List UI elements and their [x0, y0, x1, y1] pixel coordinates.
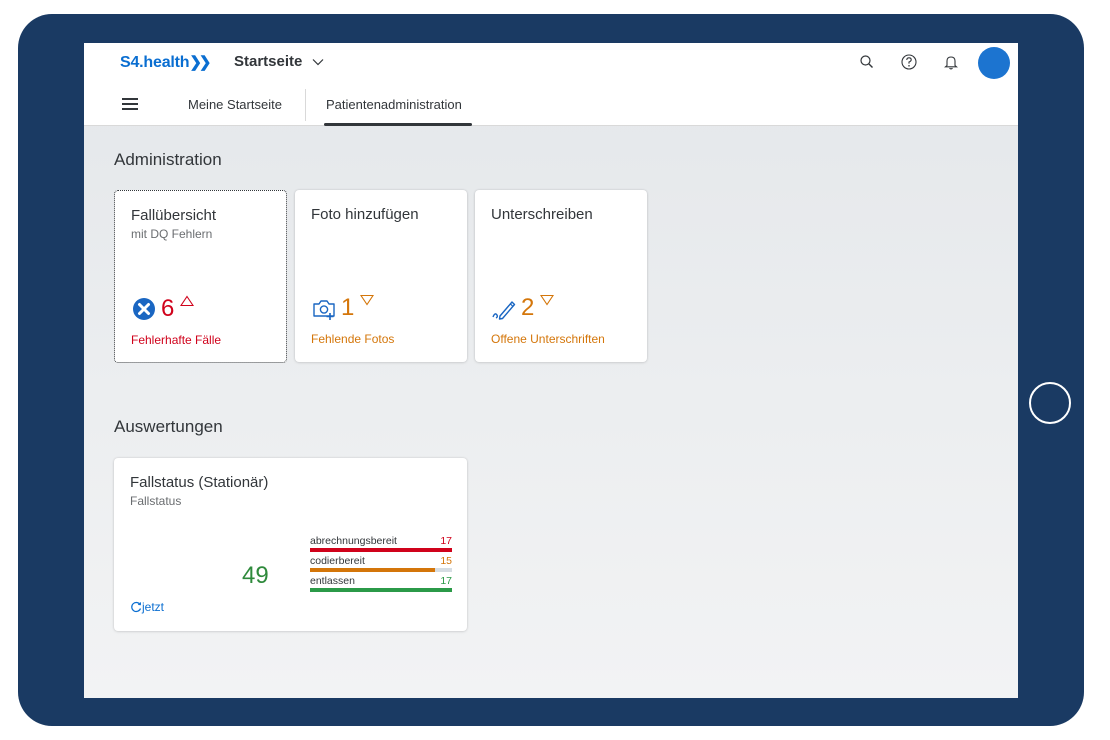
kpi-value: 6 [161, 295, 175, 322]
bar-track [310, 588, 452, 592]
tile-title: Fallstatus (Stationär) [130, 474, 269, 491]
bar-fill [310, 568, 436, 572]
add-photo-icon [313, 300, 335, 320]
bar-row: entlassen 17 [310, 574, 452, 594]
chevron-down-icon[interactable] [312, 56, 324, 68]
refresh-icon [131, 601, 142, 613]
bar-label: abrechnungsbereit [310, 535, 397, 547]
bar-label: entlassen [310, 575, 355, 587]
tile-falluebersicht[interactable]: Fallübersicht mit DQ Fehlern 6 Fehlerhaf… [114, 190, 287, 363]
bar-row: abrechnungsbereit 17 [310, 534, 452, 554]
notification-bell-icon[interactable] [942, 53, 960, 71]
tile-unterschreiben[interactable]: Unterschreiben 2 Offene Unterschriften [475, 190, 647, 362]
logo-text: S4.health [120, 54, 190, 71]
tab-patientenadministration[interactable]: Patientenadministration [326, 97, 462, 112]
bar-value: 15 [440, 555, 452, 567]
shell-header: S4.health❯❯ Startseite Meine Startseite … [84, 43, 1018, 126]
tile-footer: Fehlende Fotos [311, 332, 395, 346]
tile-title: Unterschreiben [491, 206, 593, 223]
menu-icon[interactable] [122, 98, 138, 110]
comparison-bars: abrechnungsbereit 17 codierbereit 15 entlass… [310, 534, 452, 594]
bar-label: codierbereit [310, 555, 365, 567]
tab-separator [305, 89, 306, 121]
total-value: 49 [242, 562, 269, 589]
refresh-indicator[interactable]: jetzt [130, 600, 164, 614]
bar-fill [310, 588, 452, 592]
signature-icon [492, 301, 516, 320]
kpi: 2 [491, 294, 555, 322]
tile-footer: Fehlerhafte Fälle [131, 333, 222, 347]
refresh-label: jetzt [142, 600, 165, 614]
logo-chevrons: ❯❯ [189, 54, 211, 71]
bar-value: 17 [440, 535, 452, 547]
section-title-auswertungen: Auswertungen [114, 417, 223, 436]
app-screen: S4.health❯❯ Startseite Meine Startseite … [84, 43, 1018, 698]
help-icon[interactable] [900, 53, 918, 71]
tile-foto-hinzufuegen[interactable]: Foto hinzufügen 1 Fehlende Fotos [295, 190, 467, 362]
tile-subtitle: mit DQ Fehlern [131, 227, 213, 241]
tile-fallstatus[interactable]: Fallstatus (Stationär) Fallstatus 49 abr… [114, 458, 467, 631]
tile-title: Fallübersicht [131, 207, 217, 224]
tile-footer: Offene Unterschriften [491, 332, 605, 346]
bar-fill [310, 548, 452, 552]
tab-meine-startseite[interactable]: Meine Startseite [188, 97, 282, 112]
trend-down-icon [360, 294, 375, 306]
tile-subtitle: Fallstatus [130, 494, 182, 508]
kpi: 6 [131, 295, 195, 323]
section-title-administration: Administration [114, 150, 222, 169]
tablet-home-button[interactable] [1029, 382, 1071, 424]
bar-track [310, 548, 452, 552]
search-icon[interactable] [858, 53, 876, 71]
tile-title: Foto hinzufügen [311, 206, 419, 223]
bar-value: 17 [440, 575, 452, 587]
error-circle-icon [133, 298, 155, 320]
kpi-value: 1 [341, 294, 355, 321]
trend-down-icon [540, 294, 555, 306]
app-logo[interactable]: S4.health❯❯ [120, 53, 212, 72]
page-title[interactable]: Startseite [234, 53, 302, 70]
selected-tab-indicator [324, 123, 472, 126]
kpi: 1 [311, 294, 375, 322]
bar-row: codierbereit 15 [310, 554, 452, 574]
kpi-value: 2 [521, 294, 535, 321]
user-avatar[interactable] [978, 47, 1010, 79]
trend-up-icon [180, 295, 195, 307]
bar-track [310, 568, 452, 572]
